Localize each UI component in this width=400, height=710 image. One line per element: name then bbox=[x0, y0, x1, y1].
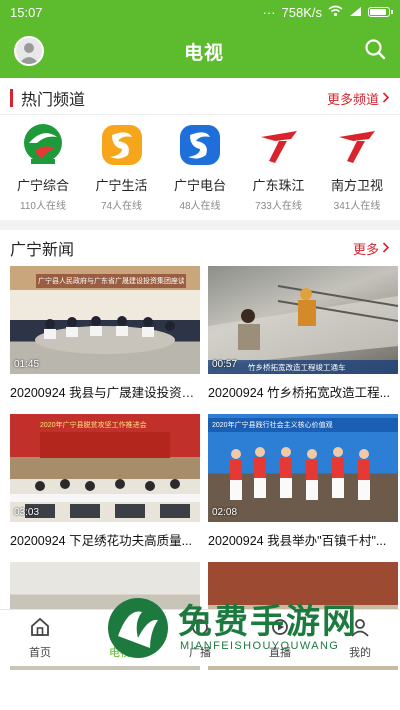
page-title: 电视 bbox=[183, 42, 224, 64]
user-icon bbox=[19, 43, 39, 64]
channel-online: 74人在线 bbox=[100, 201, 143, 212]
status-dots: ··· bbox=[262, 4, 276, 20]
video-thumbnail: 2020年广宁县践行社会主义核心价值观 02:08 bbox=[208, 414, 398, 522]
hot-channels-title: 热门频道 bbox=[21, 92, 86, 109]
app-bar: 电视 bbox=[0, 24, 400, 78]
tab-home[interactable]: 首页 bbox=[29, 616, 51, 660]
tab-home-label: 首页 bbox=[29, 647, 51, 659]
more-news-link[interactable]: 更多 bbox=[353, 239, 390, 258]
section-marker bbox=[10, 89, 13, 107]
channel-item[interactable]: 南方卫视 341人在线 bbox=[320, 119, 394, 212]
status-icons: ··· 758K/s bbox=[262, 4, 393, 20]
video-duration: 03:03 bbox=[14, 507, 40, 518]
avatar[interactable] bbox=[14, 36, 44, 66]
channel-item[interactable]: 广宁电台 48人在线 bbox=[163, 119, 237, 212]
more-news-label: 更多 bbox=[352, 241, 379, 257]
channel-name: 广宁生活 bbox=[95, 178, 148, 193]
video-title: 20200924 我县举办"百镇千村"... bbox=[208, 534, 387, 548]
status-time: 15:07 bbox=[10, 4, 43, 20]
channel-logo-icon bbox=[96, 119, 148, 171]
channel-logo-icon bbox=[253, 119, 305, 171]
video-duration: 01:45 bbox=[14, 359, 40, 370]
news-header: 广宁新闻 更多 bbox=[0, 230, 400, 266]
channel-name: 广东珠江 bbox=[252, 178, 305, 193]
channel-list: 广宁综合 110人在线 广宁生活 74人在线 广宁电台 48人在线 广东珠江 7… bbox=[0, 114, 400, 220]
channel-logo-icon bbox=[331, 119, 383, 171]
channel-name: 广宁综合 bbox=[16, 178, 69, 193]
video-title: 20200924 竹乡桥拓宽改造工程... bbox=[208, 386, 391, 400]
channel-online: 733人在线 bbox=[255, 201, 302, 212]
more-channels-label: 更多频道 bbox=[326, 91, 379, 107]
video-card[interactable]: 竹乡桥拓宽改造工程竣工通车 00:57 20200924 竹乡桥拓宽改造工程..… bbox=[208, 266, 398, 414]
video-banner: 广宁县人民政府与广东省广晟建设投资集团座谈会 bbox=[38, 278, 184, 285]
video-thumbnail: 竹乡桥拓宽改造工程竣工通车 00:57 bbox=[208, 266, 398, 374]
home-icon bbox=[29, 616, 51, 641]
more-channels-link[interactable]: 更多频道 bbox=[327, 89, 390, 108]
site-watermark: 免费手游网 MIANFEISHOUYOUWANG bbox=[104, 592, 400, 664]
video-card[interactable]: 2020年广宁县践行社会主义核心价值观 02:08 20200924 我县举办"… bbox=[208, 414, 398, 562]
search-icon[interactable] bbox=[364, 38, 386, 65]
video-caption: 竹乡桥拓宽改造工程竣工通车 bbox=[248, 363, 346, 372]
status-bar: 15:07 ··· 758K/s bbox=[0, 0, 400, 24]
hot-channels-section: 热门频道 更多频道 广宁综合 110人在线 广宁生活 74人在线 广宁电台 48… bbox=[0, 78, 400, 220]
channel-name: 广宁电台 bbox=[173, 178, 226, 193]
video-thumbnail: 2020年广宁县脱贫攻坚工作推进会 03:03 bbox=[10, 414, 200, 522]
signal-icon bbox=[349, 5, 362, 20]
channel-name: 南方卫视 bbox=[330, 178, 383, 193]
network-speed: 758K/s bbox=[281, 4, 322, 20]
video-duration: 02:08 bbox=[212, 507, 238, 518]
channel-online: 110人在线 bbox=[20, 201, 66, 212]
video-title: 20200924 下足绣花功夫高质量... bbox=[10, 534, 193, 548]
battery-icon bbox=[368, 7, 393, 17]
channel-online: 48人在线 bbox=[179, 201, 221, 212]
video-banner: 2020年广宁县践行社会主义核心价值观 bbox=[212, 422, 333, 429]
wifi-icon bbox=[328, 5, 343, 20]
video-title: 20200924 我县与广晟建设投资集团... bbox=[10, 386, 200, 400]
video-thumbnail: 广宁县人民政府与广东省广晟建设投资集团座谈会 01:45 bbox=[10, 266, 200, 374]
video-duration: 00:57 bbox=[212, 359, 238, 370]
channel-item[interactable]: 广东珠江 733人在线 bbox=[242, 119, 316, 212]
chevron-right-icon bbox=[382, 241, 390, 256]
video-card[interactable]: 2020年广宁县脱贫攻坚工作推进会 03:03 20200924 下足绣花功夫高… bbox=[10, 414, 200, 562]
news-title: 广宁新闻 bbox=[10, 242, 75, 259]
video-card[interactable]: 广宁县人民政府与广东省广晟建设投资集团座谈会 01:45 20200924 我县… bbox=[10, 266, 200, 414]
hot-channels-heading: 热门频道 bbox=[10, 86, 85, 110]
watermark-text: 免费手游网 bbox=[178, 603, 358, 641]
channel-item[interactable]: 广宁生活 74人在线 bbox=[85, 119, 159, 212]
chevron-right-icon bbox=[382, 91, 390, 106]
channel-item[interactable]: 广宁综合 110人在线 bbox=[6, 119, 80, 212]
channel-logo-icon bbox=[17, 119, 69, 171]
watermark-subtext: MIANFEISHOUYOUWANG bbox=[180, 640, 340, 652]
channel-online: 341人在线 bbox=[333, 201, 381, 212]
channel-logo-icon bbox=[174, 119, 226, 171]
video-banner: 2020年广宁县脱贫攻坚工作推进会 bbox=[40, 422, 147, 429]
